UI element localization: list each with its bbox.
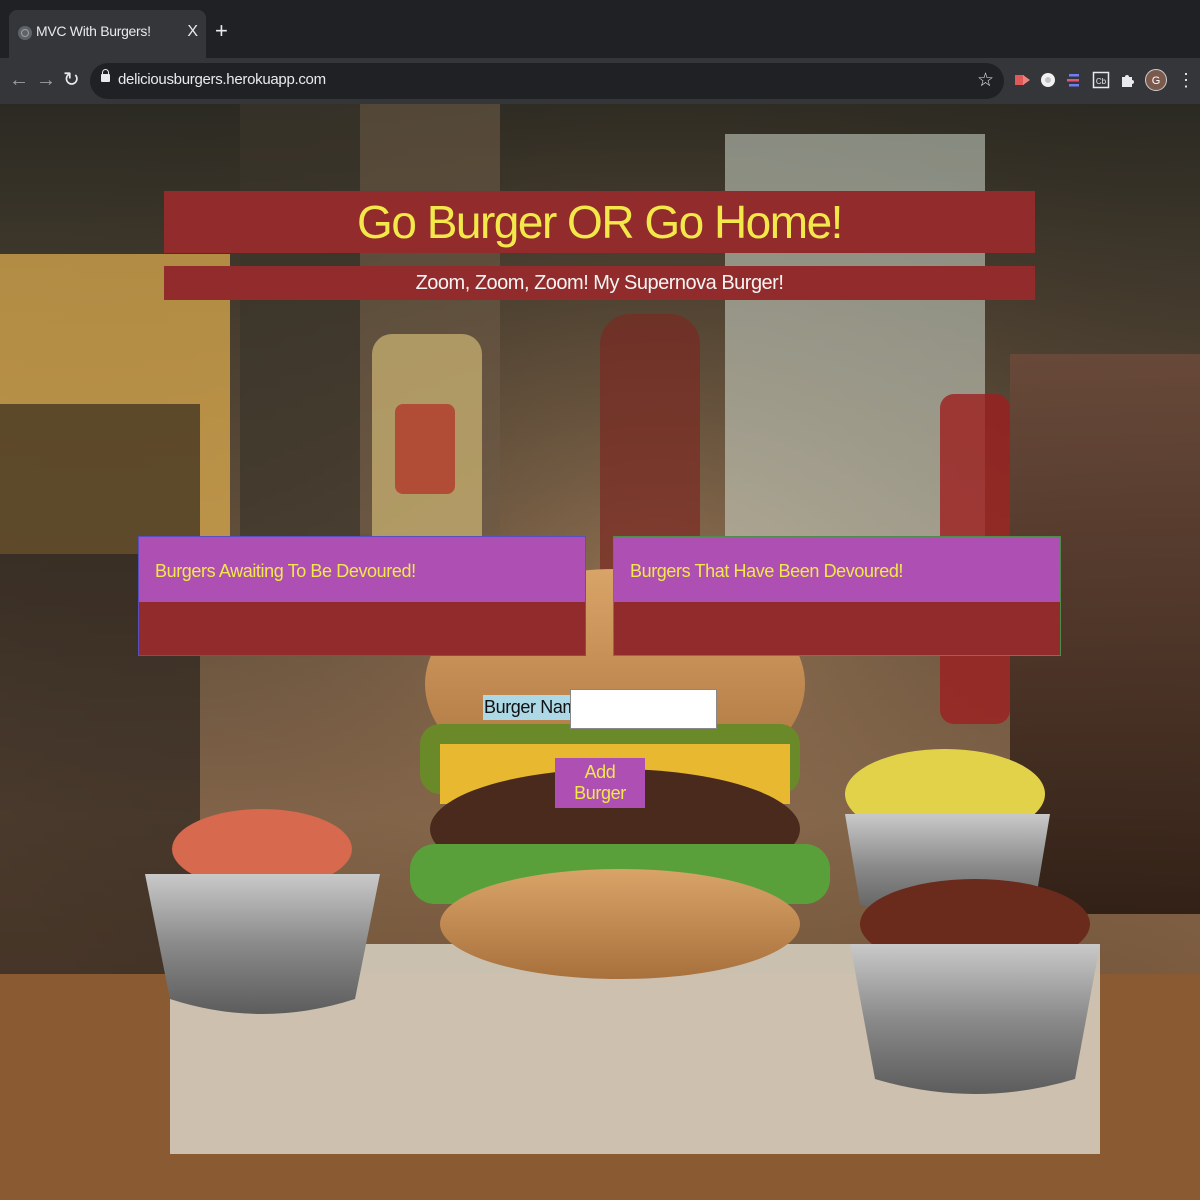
more-menu-icon[interactable]: ⋮ [1177,67,1195,93]
subheading-banner: Zoom, Zoom, Zoom! My Supernova Burger! [164,266,1035,300]
url-text[interactable]: deliciousburgers.herokuapp.com [118,71,326,88]
devoured-burgers-header: Burgers That Have Been Devoured! [614,537,1060,602]
page-heading-banner: Go Burger OR Go Home! [164,191,1035,253]
profile-avatar[interactable]: G [1145,69,1167,91]
lock-icon [101,69,110,82]
puzzle-piece-icon[interactable] [1118,70,1138,90]
address-bar[interactable]: deliciousburgers.herokuapp.com ☆ [90,63,1004,99]
extension-record-icon[interactable] [1012,70,1032,90]
add-burger-button[interactable]: Add Burger [555,758,645,808]
browser-toolbar: ← → ↻ deliciousburgers.herokuapp.com ☆ C… [0,58,1200,104]
extension-circle-icon[interactable] [1038,70,1058,90]
burger-name-input[interactable] [570,689,717,729]
globe-icon [18,26,32,40]
forward-arrow-icon[interactable]: → [36,68,56,92]
new-tab-button[interactable]: + [215,20,228,42]
page-viewport: Go Burger OR Go Home! Zoom, Zoom, Zoom! … [0,104,1200,1200]
reload-icon[interactable]: ↻ [63,68,80,92]
close-tab-icon[interactable]: X [187,23,198,41]
bookmark-star-icon[interactable]: ☆ [977,69,994,92]
extension-cb-icon[interactable]: Cb [1091,70,1111,90]
browser-tab[interactable]: MVC With Burgers! X [9,10,206,58]
extension-lines-icon[interactable] [1064,70,1084,90]
awaiting-burgers-header: Burgers Awaiting To Be Devoured! [139,537,585,602]
browser-tab-bar: MVC With Burgers! X + [0,0,1200,58]
back-arrow-icon[interactable]: ← [9,68,29,92]
devoured-burgers-panel: Burgers That Have Been Devoured! [613,536,1061,656]
tab-title: MVC With Burgers! [36,23,151,39]
awaiting-burgers-title: Burgers Awaiting To Be Devoured! [155,561,416,581]
page-subtitle: Zoom, Zoom, Zoom! My Supernova Burger! [415,272,784,294]
devoured-burgers-title: Burgers That Have Been Devoured! [630,561,904,581]
extension-cb-label: Cb [1096,77,1107,86]
awaiting-burgers-panel: Burgers Awaiting To Be Devoured! [138,536,586,656]
page-title: Go Burger OR Go Home! [357,196,843,248]
